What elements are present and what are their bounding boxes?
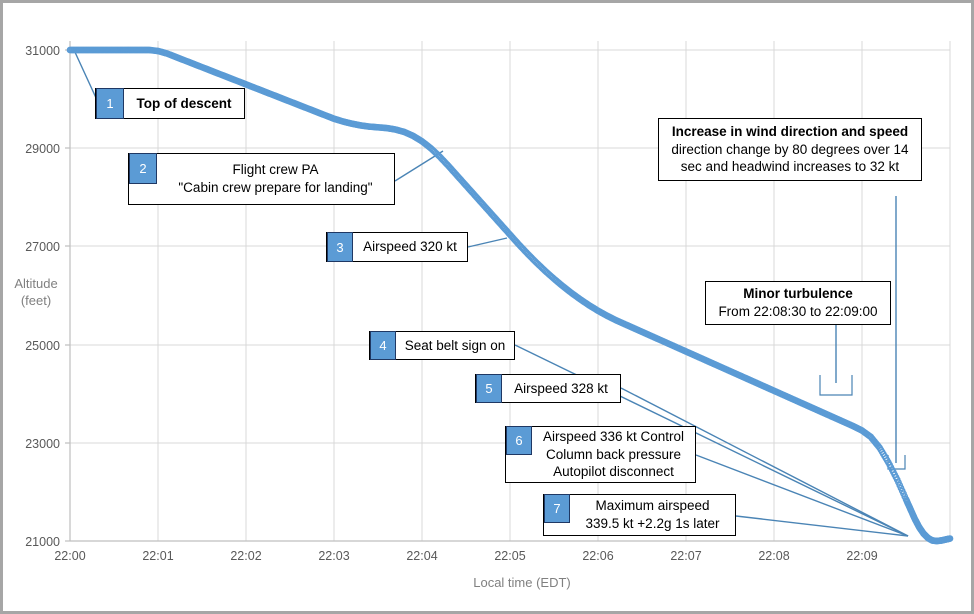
x-tick-2201: 22:01 [142,549,173,563]
callout-3-text: Airspeed 320 kt [353,233,467,261]
y-tick-27000: 27000 [25,240,60,254]
y-tick-31000: 31000 [25,44,60,58]
callout-6-badge: 6 [506,426,532,455]
callout-wind-text: Increase in wind direction and speed dir… [659,119,921,180]
x-tick-2203: 22:03 [318,549,349,563]
callout-4-text: Seat belt sign on [396,332,514,359]
callout-6[interactable]: 6 Airspeed 336 kt Control Column back pr… [505,426,696,483]
callout-3[interactable]: 3 Airspeed 320 kt [326,232,468,262]
callout-6-text: Airspeed 336 kt Control Column back pres… [532,427,695,482]
callout-5-text: Airspeed 328 kt [502,375,620,402]
callout-1-line1: Top of descent [136,95,232,111]
callout-turbulence-line1: Minor turbulence [743,286,853,302]
callout-7[interactable]: 7 Maximum airspeed 339.5 kt +2.2g 1s lat… [543,494,736,536]
callout-4[interactable]: 4 Seat belt sign on [369,331,515,360]
callout-turbulence-line2: From 22:08:30 to 22:09:00 [718,304,878,319]
x-tick-2205: 22:05 [494,549,525,563]
x-tick-2209: 22:09 [846,549,877,563]
callout-1-text: Top of descent [124,89,244,118]
callout-wind-line3: sec and headwind increases to 32 kt [680,159,900,175]
x-tick-2208: 22:08 [758,549,789,563]
callout-7-text: Maximum airspeed 339.5 kt +2.2g 1s later [570,495,735,535]
callout-5[interactable]: 5 Airspeed 328 kt [475,374,621,403]
callout-5-line1: Airspeed 328 kt [514,380,608,396]
callout-turbulence-text: Minor turbulence From 22:08:30 to 22:09:… [706,282,890,324]
callout-5-badge: 5 [476,374,502,403]
y-tick-23000: 23000 [25,437,60,451]
y-axis-ticks [65,49,70,542]
callout-turbulence[interactable]: Minor turbulence From 22:08:30 to 22:09:… [705,281,891,325]
x-tick-2206: 22:06 [582,549,613,563]
callout-2-text: Flight crew PA "Cabin crew prepare for l… [157,154,394,204]
callout-1-badge: 1 [96,88,124,119]
x-tick-2207: 22:07 [670,549,701,563]
x-axis-title: Local time (EDT) [473,575,571,590]
callout-wind-line2: direction change by 80 degrees over 14 [671,141,909,157]
chart-container: 31000 29000 27000 25000 23000 21000 22:0… [0,0,974,614]
y-tick-21000: 21000 [25,535,60,549]
callout-7-line1: Maximum airspeed [595,498,710,514]
callout-2-line2: "Cabin crew prepare for landing" [178,180,373,195]
callout-2[interactable]: 2 Flight crew PA "Cabin crew prepare for… [128,153,395,205]
callout-7-line2: 339.5 kt +2.2g 1s later [585,516,720,531]
callout-6-line2: Column back pressure [545,446,682,462]
y-tick-29000: 29000 [25,142,60,156]
callout-wind[interactable]: Increase in wind direction and speed dir… [658,118,922,181]
y-axis-title-line2: (feet) [21,293,51,308]
callout-4-badge: 4 [370,331,396,360]
callout-3-badge: 3 [327,232,353,262]
callout-3-line1: Airspeed 320 kt [363,239,457,255]
callout-wind-line1: Increase in wind direction and speed [671,123,909,139]
x-tick-2200: 22:00 [54,549,85,563]
y-tick-25000: 25000 [25,339,60,353]
x-tick-2204: 22:04 [406,549,437,563]
x-tick-2202: 22:02 [230,549,261,563]
y-axis-title-line1: Altitude [14,276,57,291]
callout-6-line1: Airspeed 336 kt Control [542,428,685,444]
callout-2-line1: Flight crew PA [232,162,319,178]
callout-2-badge: 2 [129,153,157,184]
callout-7-badge: 7 [544,494,570,523]
callout-4-line1: Seat belt sign on [404,337,506,353]
callout-1[interactable]: 1 Top of descent [95,88,245,119]
callout-6-line3: Autopilot disconnect [553,464,674,480]
